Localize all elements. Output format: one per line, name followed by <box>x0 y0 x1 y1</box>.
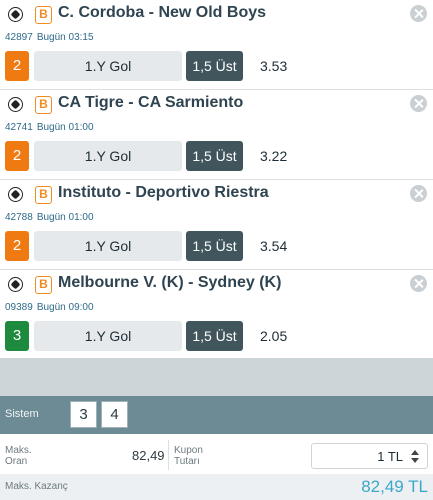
bet-type-badge: B <box>35 186 52 204</box>
mbs-badge: 3 <box>5 321 29 351</box>
odd-value: 3.22 <box>260 148 288 164</box>
match-title: CA Tigre - CA Sarmiento <box>58 94 244 111</box>
pick-button[interactable]: 1,5 Üst <box>186 321 243 351</box>
match-time: Bugün 01:00 <box>36 122 94 133</box>
match-code: 09389 <box>5 302 33 313</box>
match-meta: 09389 Bugün 09:00 <box>5 302 94 313</box>
soccer-ball-icon <box>8 97 23 112</box>
mbs-badge: 2 <box>5 231 29 261</box>
odd-value: 3.53 <box>260 58 288 74</box>
match-time: Bugün 03:15 <box>36 32 94 43</box>
stake-label: Kupon Tutarı <box>174 445 203 467</box>
max-win-value: 82,49 TL <box>361 477 428 496</box>
remove-icon[interactable] <box>410 5 427 22</box>
match-meta: 42788 Bugün 01:00 <box>5 212 94 223</box>
match-meta: 42741 Bugün 01:00 <box>5 122 94 133</box>
system-bar: Sistem 3 4 <box>0 396 433 434</box>
coupon-row: B C. Cordoba - New Old Boys 42897 Bugün 0… <box>0 0 433 90</box>
stepper-down-icon[interactable] <box>411 458 419 463</box>
system-option-3[interactable]: 3 <box>70 401 97 428</box>
pick-button[interactable]: 1,5 Üst <box>186 141 243 171</box>
market-button[interactable]: 1.Y Gol <box>34 321 182 351</box>
remove-icon[interactable] <box>410 275 427 292</box>
market-button[interactable]: 1.Y Gol <box>34 51 182 81</box>
match-time: Bugün 01:00 <box>36 212 94 223</box>
market-button[interactable]: 1.Y Gol <box>34 231 182 261</box>
match-title: Instituto - Deportivo Riestra <box>58 184 269 201</box>
coupon-summary: Maks. Oran 82,49 Kupon Tutarı 1 TL Maks.… <box>0 434 433 500</box>
odd-value: 2.05 <box>260 328 288 344</box>
stake-value: 1 TL <box>377 449 403 464</box>
bet-type-badge: B <box>35 276 52 294</box>
soccer-ball-icon <box>8 7 23 22</box>
soccer-ball-icon <box>8 187 23 202</box>
soccer-ball-icon <box>8 277 23 292</box>
bet-type-badge: B <box>35 96 52 114</box>
remove-icon[interactable] <box>410 185 427 202</box>
match-code: 42741 <box>5 122 33 133</box>
stake-stepper[interactable]: 1 TL <box>311 443 428 469</box>
coupon-row: B CA Tigre - CA Sarmiento 42741 Bugün 01:… <box>0 90 433 180</box>
stepper-up-icon[interactable] <box>411 450 419 455</box>
coupon-row: B Melbourne V. (K) - Sydney (K) 09389 Bug… <box>0 270 433 360</box>
mbs-badge: 2 <box>5 141 29 171</box>
odd-value: 3.54 <box>260 238 288 254</box>
remove-icon[interactable] <box>410 95 427 112</box>
bet-type-badge: B <box>35 6 52 24</box>
max-odds-label: Maks. Oran <box>5 445 32 467</box>
max-win-label: Maks. Kazanç <box>5 481 68 492</box>
max-odds-value: 82,49 <box>132 448 165 463</box>
market-button[interactable]: 1.Y Gol <box>34 141 182 171</box>
max-win-row: Maks. Kazanç 82,49 TL <box>0 474 433 500</box>
mbs-badge: 2 <box>5 51 29 81</box>
match-time: Bugün 09:00 <box>36 302 94 313</box>
match-meta: 42897 Bugün 03:15 <box>5 32 94 43</box>
divider <box>168 440 169 470</box>
match-title: C. Cordoba - New Old Boys <box>58 4 267 21</box>
system-option-4[interactable]: 4 <box>101 401 128 428</box>
match-title: Melbourne V. (K) - Sydney (K) <box>58 274 282 291</box>
system-label: Sistem <box>5 408 39 420</box>
pick-button[interactable]: 1,5 Üst <box>186 231 243 261</box>
match-code: 42788 <box>5 212 33 223</box>
empty-area <box>0 358 433 396</box>
match-code: 42897 <box>5 32 33 43</box>
coupon-row: B Instituto - Deportivo Riestra 42788 Bug… <box>0 180 433 270</box>
pick-button[interactable]: 1,5 Üst <box>186 51 243 81</box>
